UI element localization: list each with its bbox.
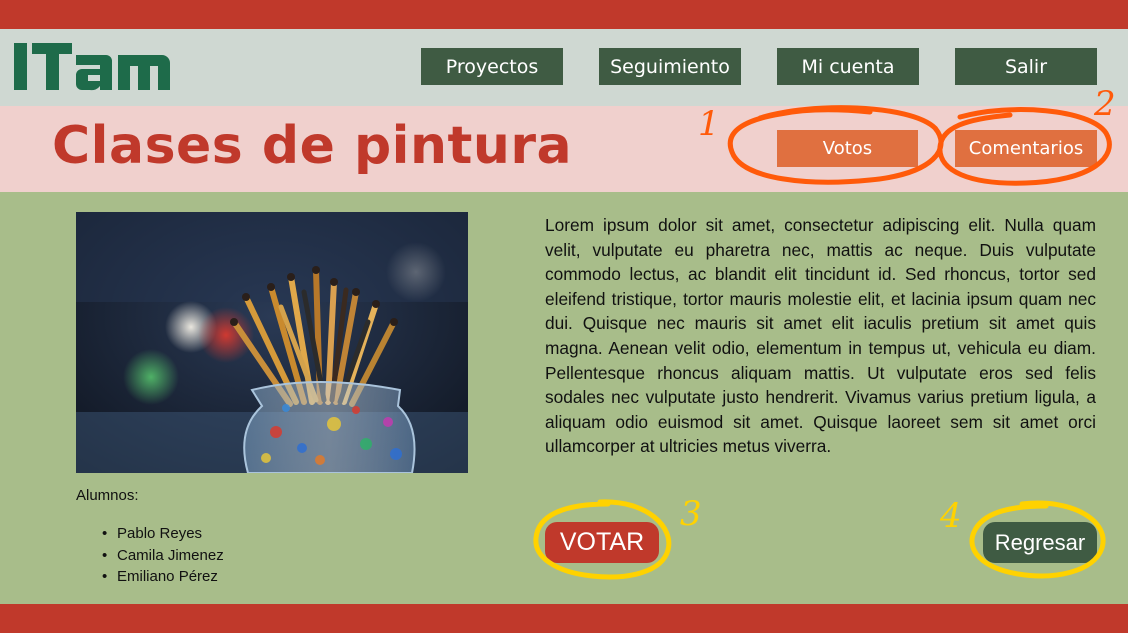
project-description: Lorem ipsum dolor sit amet, consectetur … bbox=[545, 215, 1096, 457]
votos-button[interactable]: Votos bbox=[777, 130, 918, 167]
students-list: Pablo Reyes Camila Jimenez Emiliano Pére… bbox=[102, 523, 224, 588]
list-item: Pablo Reyes bbox=[102, 523, 224, 545]
annotation-number-4: 4 bbox=[940, 496, 962, 536]
itam-logo[interactable] bbox=[14, 41, 170, 91]
students-label: Alumnos: bbox=[76, 487, 139, 504]
paint-brushes-jar-photo bbox=[76, 212, 468, 473]
list-item: Camila Jimenez bbox=[102, 545, 224, 567]
nav-mi-cuenta-button[interactable]: Mi cuenta bbox=[777, 48, 919, 85]
nav-salir-button[interactable]: Salir bbox=[955, 48, 1097, 85]
comentarios-button[interactable]: Comentarios bbox=[955, 130, 1097, 167]
top-banner bbox=[0, 0, 1128, 29]
votar-button[interactable]: VOTAR bbox=[545, 522, 659, 563]
page-title: Clases de pintura bbox=[52, 116, 573, 176]
regresar-button[interactable]: Regresar bbox=[983, 522, 1097, 563]
annotation-number-1: 1 bbox=[698, 104, 720, 144]
bottom-banner bbox=[0, 604, 1128, 633]
list-item: Emiliano Pérez bbox=[102, 566, 224, 588]
nav-seguimiento-button[interactable]: Seguimiento bbox=[599, 48, 741, 85]
annotation-number-2: 2 bbox=[1094, 84, 1116, 124]
annotation-number-3: 3 bbox=[680, 494, 702, 534]
nav-proyectos-button[interactable]: Proyectos bbox=[421, 48, 563, 85]
